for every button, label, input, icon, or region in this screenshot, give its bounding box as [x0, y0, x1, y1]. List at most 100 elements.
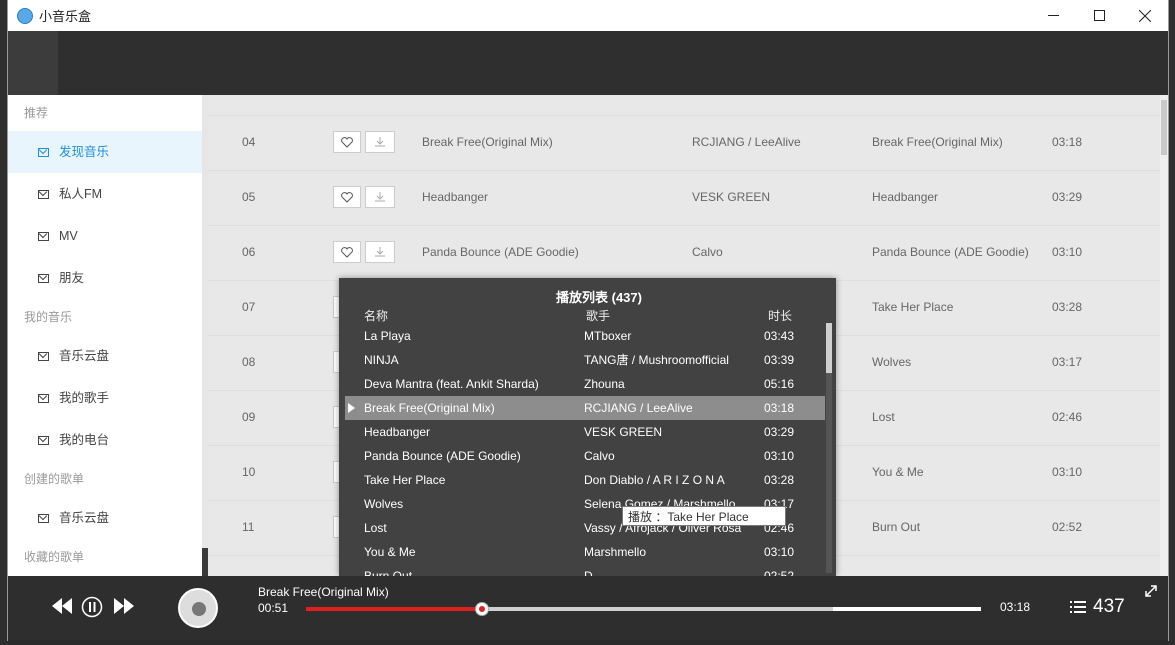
previous-button[interactable]	[50, 596, 74, 621]
sidebar-item-label: 私人FM	[59, 187, 103, 201]
playlist-item-name: Panda Bounce (ADE Goodie)	[364, 449, 521, 463]
table-row[interactable]: 05 Headbanger VESK GREEN Headbanger 03:29	[208, 170, 1160, 226]
close-button[interactable]	[1122, 0, 1168, 31]
download-icon	[375, 247, 385, 257]
sidebar-section-label: 推荐	[24, 106, 49, 120]
playlist-item-name: Headbanger	[364, 425, 431, 439]
next-button[interactable]	[112, 596, 136, 621]
download-button[interactable]	[365, 131, 395, 153]
sidebar-item[interactable]: MV	[8, 215, 202, 257]
sidebar-item-label: 音乐云盘	[59, 511, 110, 525]
song-album: Burn Out	[872, 520, 921, 534]
sidebar-item[interactable]: 我的歌手	[8, 377, 202, 419]
main-scrollbar[interactable]	[1160, 95, 1168, 576]
row-actions	[333, 186, 395, 208]
playlist-item-name: La Playa	[364, 329, 411, 343]
pause-icon	[81, 596, 103, 618]
now-playing-title: Break Free(Original Mix)	[258, 585, 389, 599]
maximize-icon	[1093, 10, 1105, 21]
playlist-item-artist: MTboxer	[584, 329, 632, 343]
expand-button[interactable]	[1144, 584, 1158, 601]
row-number: 10	[242, 465, 256, 479]
sidebar-item-label: 朋友	[59, 271, 85, 285]
song-album: Wolves	[872, 355, 912, 369]
sidebar-item[interactable]: 我的电台	[8, 419, 202, 461]
elapsed-time: 00:51	[258, 601, 289, 615]
song-artist: RCJIANG / LeeAlive	[692, 135, 801, 149]
playlist-item[interactable]: You & Me Marshmello 03:10	[345, 540, 825, 564]
table-row[interactable]: 06 Panda Bounce (ADE Goodie) Calvo Panda Bo…	[208, 225, 1160, 281]
like-button[interactable]	[333, 131, 361, 153]
playlist-item[interactable]: La Playa MTboxer 03:43	[345, 324, 825, 348]
song-album: Headbanger	[872, 190, 939, 204]
album-cover[interactable]	[178, 588, 218, 628]
sidebar-item[interactable]: 私人FM	[8, 173, 202, 215]
like-button[interactable]	[333, 186, 361, 208]
sidebar-item[interactable]: 朋友	[8, 257, 202, 299]
song-artist: VESK GREEN	[692, 190, 771, 204]
table-row[interactable]: 04 Break Free(Original Mix) RCJIANG / LeeA…	[208, 115, 1160, 171]
like-button[interactable]	[333, 241, 361, 263]
song-artist: Calvo	[692, 245, 723, 259]
heart-icon	[341, 191, 353, 203]
heart-icon	[341, 136, 353, 148]
song-duration: 03:10	[1052, 245, 1083, 259]
window-controls	[1030, 0, 1168, 31]
mail-icon	[38, 147, 49, 157]
playlist-item-duration: 03:29	[764, 425, 795, 439]
song-duration: 02:46	[1052, 410, 1083, 424]
sidebar-item-label: 音乐云盘	[59, 349, 110, 363]
playlist-header-name: 名称	[364, 309, 389, 323]
banner-left-block	[8, 31, 58, 95]
playlist-scrollbar-thumb[interactable]	[826, 323, 832, 373]
playlist-item[interactable]: Burn Out D 02:52	[345, 564, 825, 576]
bottom-strip	[8, 640, 1168, 645]
playlist-item[interactable]: Take Her Place Don Diablo / A R I Z O N A…	[345, 468, 825, 492]
download-button[interactable]	[365, 186, 395, 208]
main-scrollbar-thumb[interactable]	[1161, 100, 1167, 155]
progress-fill	[306, 607, 482, 611]
song-album: You & Me	[872, 465, 924, 479]
minimize-button[interactable]	[1030, 0, 1076, 31]
download-button[interactable]	[365, 241, 395, 263]
song-album: Panda Bounce (ADE Goodie)	[872, 245, 1029, 259]
sidebar-item[interactable]: 音乐云盘	[8, 335, 202, 377]
sidebar-section-label: 我的音乐	[24, 310, 73, 324]
row-number: 08	[242, 355, 256, 369]
heart-icon	[341, 246, 353, 258]
tooltip: 播放 ：Take Her Place	[622, 506, 786, 526]
playlist-count: 437	[1093, 596, 1125, 617]
song-album: Break Free(Original Mix)	[872, 135, 1003, 149]
sidebar-section-label: 创建的歌单	[24, 472, 85, 486]
playlist-item-duration: 03:28	[764, 473, 795, 487]
mail-icon	[38, 435, 49, 445]
playlist-item[interactable]: Panda Bounce (ADE Goodie) Calvo 03:10	[345, 444, 825, 468]
pause-button[interactable]	[81, 596, 105, 623]
playlist-item-duration: 03:39	[764, 353, 795, 367]
playlist-item[interactable]: Break Free(Original Mix) RCJIANG / LeeAli…	[345, 396, 825, 420]
row-number: 07	[242, 300, 256, 314]
player-bar: Break Free(Original Mix) 00:51 03:18 437	[8, 576, 1168, 640]
playlist-item-name: Take Her Place	[364, 473, 446, 487]
mail-icon	[38, 189, 49, 199]
playlist-toggle-button[interactable]: 437	[1070, 596, 1125, 618]
maximize-button[interactable]	[1076, 0, 1122, 31]
sidebar-item-label: 我的电台	[59, 433, 110, 447]
playlist-item-duration: 05:16	[764, 377, 795, 391]
playlist-item[interactable]: Deva Mantra (feat. Ankit Sharda) Zhouna 05…	[345, 372, 825, 396]
sidebar-item[interactable]: 音乐云盘	[8, 497, 202, 539]
playlist-item[interactable]: Headbanger VESK GREEN 03:29	[345, 420, 825, 444]
sidebar-item[interactable]: 发现音乐	[8, 131, 202, 173]
sidebar: 推荐 发现音乐 私人FM MV 朋友 我的音乐 音乐云盘 我的歌手 我的电台 创建的歌单 音乐云盘收…	[8, 95, 202, 576]
song-duration: 03:28	[1052, 300, 1083, 314]
header-banner	[8, 31, 1168, 95]
playlist-item-name: Deva Mantra (feat. Ankit Sharda)	[364, 377, 539, 391]
desktop-right-edge	[1168, 0, 1175, 645]
playlist-item[interactable]: NINJA TANG唐 / Mushroomofficial 03:39	[345, 348, 825, 372]
row-actions	[333, 241, 395, 263]
mail-icon	[38, 513, 49, 523]
app-logo-icon	[17, 7, 33, 24]
playing-indicator-icon	[348, 403, 355, 413]
playlist-item-duration: 03:10	[764, 545, 795, 559]
expand-icon	[1145, 585, 1157, 597]
